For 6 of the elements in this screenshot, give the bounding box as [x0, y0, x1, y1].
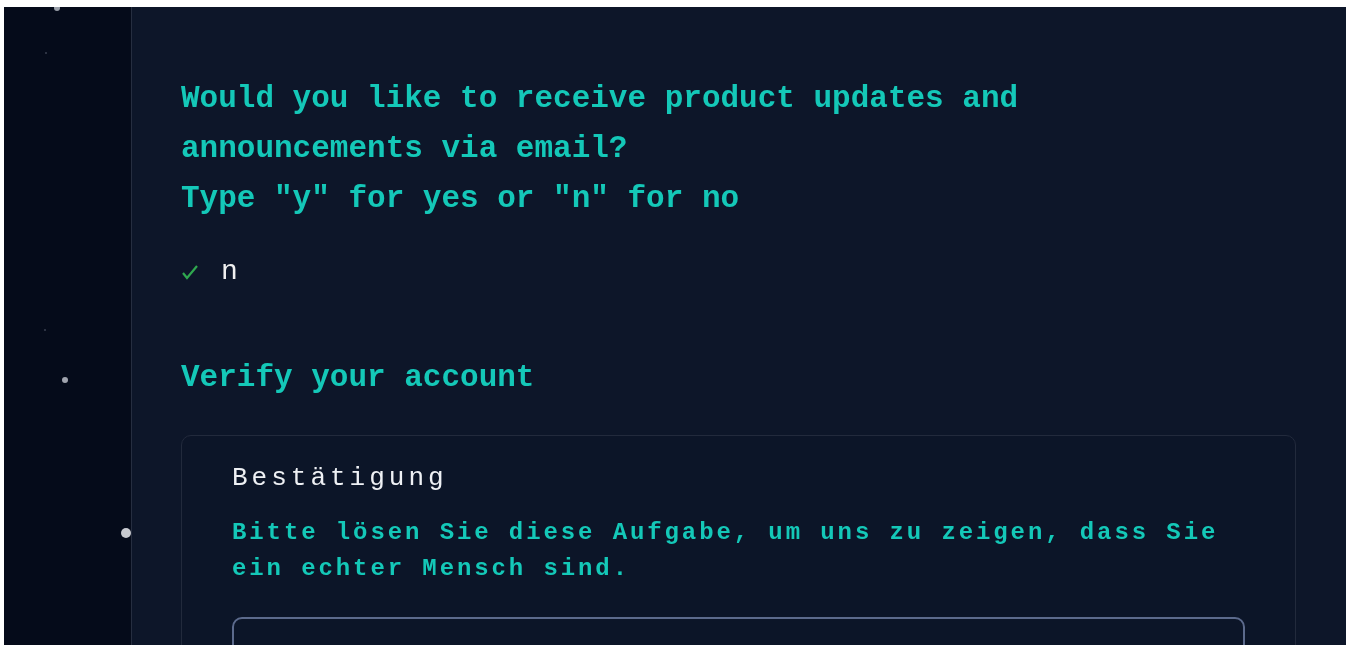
instructions-text: Bitte lösen Sie diese Aufgabe, um uns zu zeigen, dass Sie ein echter Mensch sind.: [232, 518, 1220, 584]
prompt-question: Would you like to receive product updates and announcements via email?: [181, 80, 1020, 168]
card-title: Bestätigung: [232, 462, 449, 495]
answer-text: n: [221, 255, 238, 289]
section-heading: Verify your account: [181, 359, 536, 397]
prompt-hint: Type "y" for yes or "n" for no: [181, 180, 741, 218]
